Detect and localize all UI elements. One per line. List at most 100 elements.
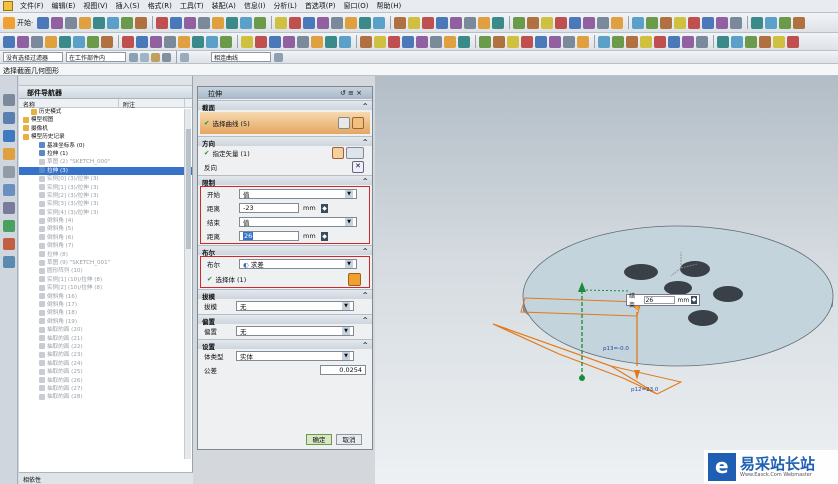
feature-tool-icon[interactable] [164, 35, 176, 48]
expression-menu-icon[interactable]: ◆ [321, 231, 328, 241]
feature-tool-icon[interactable] [360, 35, 372, 48]
tree-item[interactable]: 拉伸 (8) [19, 251, 192, 259]
standard-tool-icon[interactable] [660, 16, 673, 29]
standard-tool-icon[interactable] [716, 16, 729, 29]
deselect-icon[interactable] [162, 52, 171, 62]
feature-tool-icon[interactable] [717, 35, 729, 48]
reverse-direction-icon[interactable]: ✕ [352, 161, 364, 173]
feature-tool-icon[interactable] [59, 35, 71, 48]
system-scenes-icon[interactable] [3, 256, 15, 268]
feature-tool-icon[interactable] [402, 35, 414, 48]
start-dropdown[interactable]: 值 ▼ [239, 189, 357, 199]
standard-tool-icon[interactable] [646, 16, 659, 29]
feature-tool-icon[interactable] [325, 35, 337, 48]
section-header[interactable]: 截面 ^ [198, 100, 372, 112]
standard-tool-icon[interactable] [331, 16, 344, 29]
standard-tool-icon[interactable] [240, 16, 253, 29]
tree-item[interactable]: 倒斜角 (16) [19, 293, 192, 301]
standard-tool-icon[interactable] [373, 16, 386, 29]
feature-tool-icon[interactable] [388, 35, 400, 48]
feature-tool-icon[interactable] [87, 35, 99, 48]
feature-tool-icon[interactable] [192, 35, 204, 48]
web-browser-icon[interactable] [3, 184, 15, 196]
feature-tool-icon[interactable] [682, 35, 694, 48]
tree-item[interactable]: 实例[3] (3)/拉伸 (3) [19, 200, 192, 208]
standard-tool-icon[interactable] [345, 16, 358, 29]
standard-tool-icon[interactable] [422, 16, 435, 29]
tree-item[interactable]: 草图 (9) "SKETCH_001" [19, 259, 192, 267]
tree-item[interactable]: 抽取的面 (27) [19, 385, 192, 393]
feature-tool-icon[interactable] [640, 35, 652, 48]
sketch-icon[interactable] [338, 117, 350, 129]
feature-tool-icon[interactable] [206, 35, 218, 48]
menu-item-0[interactable]: 文件(F) [16, 1, 48, 11]
tree-item[interactable]: 抽取的面 (25) [19, 368, 192, 376]
limits-header[interactable]: 限制 ^ [198, 175, 372, 187]
menu-item-3[interactable]: 插入(S) [112, 1, 144, 11]
feature-tool-icon[interactable] [339, 35, 351, 48]
filter-icon[interactable] [129, 52, 138, 62]
menu-item-7[interactable]: 信息(I) [240, 1, 270, 11]
tree-item[interactable]: 拉伸 (1) [19, 150, 192, 158]
offset-header[interactable]: 偏置 ^ [198, 314, 372, 326]
menu-item-10[interactable]: 窗口(O) [340, 1, 373, 11]
tree-item[interactable]: 倒斜角 (7) [19, 242, 192, 250]
vector-dropdown[interactable] [346, 147, 364, 159]
standard-tool-icon[interactable] [408, 16, 421, 29]
tolerance-input[interactable]: 0.0254 [320, 365, 366, 375]
start-button[interactable]: 开始· [17, 18, 33, 28]
feature-tool-icon[interactable] [745, 35, 757, 48]
process-studio-icon[interactable] [3, 220, 15, 232]
standard-tool-icon[interactable] [212, 16, 225, 29]
end-distance-input[interactable]: 26 [239, 231, 299, 241]
feature-tool-icon[interactable] [444, 35, 456, 48]
tree-item[interactable]: 草图 (2) "SKETCH_000" [19, 158, 192, 166]
standard-tool-icon[interactable] [198, 16, 211, 29]
screen-end-input[interactable]: 26 [643, 296, 675, 304]
tree-item[interactable]: 抽取的面 (28) [19, 393, 192, 401]
feature-tool-icon[interactable] [696, 35, 708, 48]
tree-item[interactable]: 抽取的面 (21) [19, 335, 192, 343]
standard-tool-icon[interactable] [254, 16, 267, 29]
standard-tool-icon[interactable] [541, 16, 554, 29]
standard-tool-icon[interactable] [121, 16, 134, 29]
feature-tool-icon[interactable] [787, 35, 799, 48]
feature-tool-icon[interactable] [598, 35, 610, 48]
standard-tool-icon[interactable] [156, 16, 169, 29]
tree-item[interactable]: 倒斜角 (19) [19, 318, 192, 326]
specify-vector-row[interactable]: ✔ 指定矢量 (1) [198, 146, 372, 160]
tree-item[interactable]: 倒斜角 (6) [19, 234, 192, 242]
feature-tool-icon[interactable] [311, 35, 323, 48]
feature-tool-icon[interactable] [479, 35, 491, 48]
navigator-scrollbar[interactable] [184, 109, 191, 459]
feature-tool-icon[interactable] [241, 35, 253, 48]
vector-dialog-icon[interactable] [332, 147, 344, 159]
standard-tool-icon[interactable] [51, 16, 64, 29]
roles-icon[interactable] [3, 238, 15, 250]
assembly-filter-dropdown[interactable]: 在工作部件内 [66, 52, 126, 62]
standard-tool-icon[interactable] [688, 16, 701, 29]
menu-item-9[interactable]: 首选项(P) [301, 1, 340, 11]
standard-tool-icon[interactable] [107, 16, 120, 29]
feature-tool-icon[interactable] [31, 35, 43, 48]
feature-tool-icon[interactable] [101, 35, 113, 48]
standard-tool-icon[interactable] [478, 16, 491, 29]
menu-item-5[interactable]: 工具(T) [176, 1, 208, 11]
select-icon[interactable] [151, 52, 160, 62]
boolean-header[interactable]: 布尔 ^ [198, 245, 372, 257]
tree-item[interactable]: 模型视图 [19, 116, 192, 124]
feature-tool-icon[interactable] [493, 35, 505, 48]
feature-tool-icon[interactable] [759, 35, 771, 48]
reuse-library-icon[interactable] [3, 166, 15, 178]
feature-tool-icon[interactable] [626, 35, 638, 48]
feature-tool-icon[interactable] [269, 35, 281, 48]
standard-tool-icon[interactable] [674, 16, 687, 29]
tree-item[interactable]: 抽取的面 (22) [19, 343, 192, 351]
menu-item-11[interactable]: 帮助(H) [372, 1, 405, 11]
standard-tool-icon[interactable] [37, 16, 50, 29]
settings-header[interactable]: 设置 ^ [198, 339, 372, 351]
start-distance-input[interactable]: -23 [239, 203, 299, 213]
feature-tool-icon[interactable] [374, 35, 386, 48]
col-name[interactable]: 名称 [19, 99, 119, 109]
curve-rule-dropdown[interactable]: 相连曲线 [211, 52, 271, 62]
